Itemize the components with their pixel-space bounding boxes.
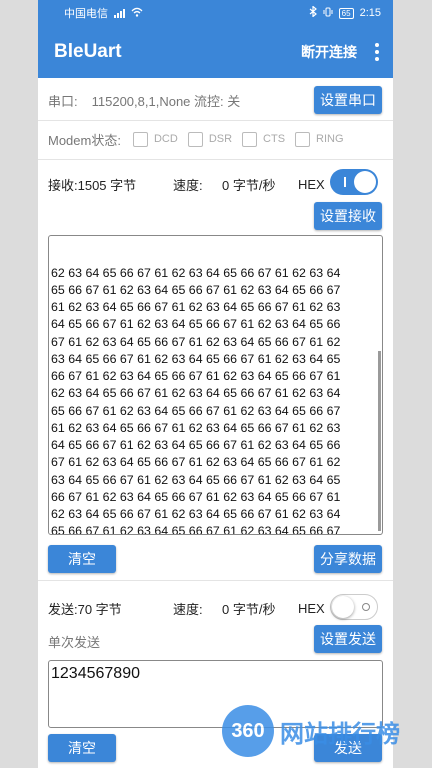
divider (38, 120, 393, 121)
set-serial-button[interactable]: 设置串口 (314, 86, 382, 114)
receive-data-line: 65 66 67 61 62 63 64 65 66 67 61 62 63 6… (51, 524, 341, 535)
receive-clear-button[interactable]: 清空 (48, 545, 116, 573)
ring-checkbox[interactable]: RING (295, 131, 344, 147)
send-clear-button[interactable]: 清空 (48, 734, 116, 762)
share-data-button[interactable]: 分享数据 (314, 545, 382, 573)
send-hex-label: HEX (298, 600, 325, 616)
send-speed-label: 速度: (173, 601, 203, 617)
receive-data-line: 62 63 64 65 66 67 61 62 63 64 65 66 67 6… (51, 265, 341, 280)
receive-data-line: 66 67 61 62 63 64 65 66 67 61 62 63 64 6… (51, 489, 341, 504)
scrollbar[interactable] (378, 351, 381, 531)
receive-speed-value: 0 字节/秒 (222, 177, 276, 193)
status-bar: 中国电信 65 2:15 (38, 0, 393, 26)
vibrate-icon (323, 7, 333, 20)
watermark-text: 网站排行榜 (280, 720, 400, 748)
dsr-checkbox[interactable]: DSR (187, 131, 232, 147)
bluetooth-icon (309, 5, 317, 20)
receive-data-line: 62 63 64 65 66 67 61 62 63 64 65 66 67 6… (51, 507, 341, 521)
send-count: 发送:70 字节 (48, 601, 122, 617)
receive-data-area[interactable]: 62 63 64 65 66 67 61 62 63 64 65 66 67 6… (48, 235, 383, 535)
serial-value: 115200,8,1,None 流控: 关 (91, 93, 241, 109)
send-speed-value: 0 字节/秒 (222, 601, 276, 617)
app-screen: 中国电信 65 2:15 BleUart 断开连接 串口: 115200,8,1… (38, 0, 393, 768)
receive-data-line: 66 67 61 62 63 64 65 66 67 61 62 63 64 6… (51, 369, 341, 383)
receive-data-line: 67 61 62 63 64 65 66 67 61 62 63 64 65 6… (51, 334, 341, 349)
send-settings-button[interactable]: 设置发送 (314, 625, 382, 653)
receive-data-line: 65 66 67 61 62 63 64 65 66 67 61 62 63 6… (51, 403, 341, 418)
receive-data-text: 62 63 64 65 66 67 61 62 63 64 65 66 67 6… (51, 265, 380, 535)
receive-settings-button[interactable]: 设置接收 (314, 202, 382, 230)
serial-label: 串口: (48, 93, 78, 109)
receive-data-line: 61 62 63 64 65 66 67 61 62 63 64 65 66 6… (51, 420, 341, 435)
receive-data-line: 62 63 64 65 66 67 61 62 63 64 65 66 67 6… (51, 386, 341, 401)
receive-count: 接收:1505 字节 (48, 177, 137, 193)
receive-data-line: 67 61 62 63 64 65 66 67 61 62 63 64 65 6… (51, 455, 341, 470)
divider (38, 580, 393, 581)
receive-hex-label: HEX (298, 176, 325, 192)
carrier-label: 中国电信 (64, 8, 108, 20)
app-bar: BleUart 断开连接 (38, 26, 393, 78)
single-send-label: 单次发送 (48, 634, 101, 650)
receive-data-line: 63 64 65 66 67 61 62 63 64 65 66 67 61 6… (51, 472, 341, 487)
clock: 2:15 (359, 7, 381, 19)
send-hex-toggle[interactable] (330, 594, 378, 620)
receive-data-line: 64 65 66 67 61 62 63 64 65 66 67 61 62 6… (51, 317, 341, 332)
receive-hex-toggle[interactable] (330, 169, 378, 195)
receive-data-line: 63 64 65 66 67 61 62 63 64 65 66 67 61 6… (51, 351, 341, 366)
disconnect-button[interactable]: 断开连接 (301, 42, 357, 62)
modem-label: Modem状态: (48, 132, 121, 148)
receive-speed-label: 速度: (173, 177, 203, 193)
cts-checkbox[interactable]: CTS (242, 131, 285, 147)
wifi-icon (131, 7, 143, 20)
receive-data-line: 64 65 66 67 61 62 63 64 65 66 67 61 62 6… (51, 438, 341, 452)
receive-data-line: 61 62 63 64 65 66 67 61 62 63 64 65 66 6… (51, 300, 341, 314)
watermark-logo: 360 (222, 705, 274, 757)
battery-icon: 65 (338, 7, 354, 19)
app-title: BleUart (54, 41, 122, 62)
watermark: 360 网站排行榜 (222, 705, 400, 757)
modem-row: Modem状态: DCD DSR CTS RING (38, 128, 393, 150)
dcd-checkbox[interactable]: DCD (132, 131, 178, 147)
receive-data-line: 65 66 67 61 62 63 64 65 66 67 61 62 63 6… (51, 282, 341, 297)
divider (38, 159, 393, 160)
more-menu-icon[interactable] (375, 43, 379, 61)
signal-icon (114, 8, 125, 18)
